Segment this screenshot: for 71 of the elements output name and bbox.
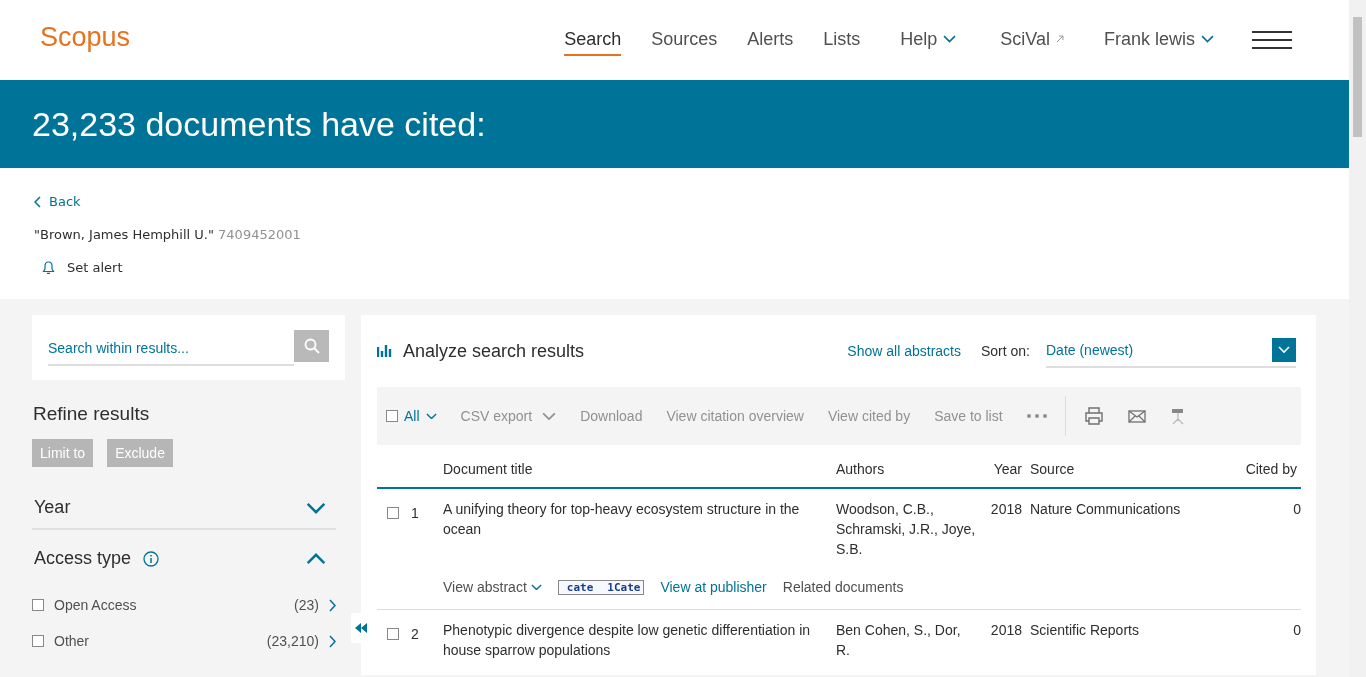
- search-button[interactable]: [294, 330, 329, 362]
- author-query: "Brown, James Hemphill U." 7409452001: [34, 227, 302, 242]
- row-number: 1: [411, 504, 419, 523]
- authors[interactable]: Woodson, C.B., Schramski, J.R., Joye, S.B.: [836, 499, 976, 559]
- column-header[interactable]: Cited by: [1225, 445, 1301, 488]
- source-title[interactable]: Scientific Reports: [1030, 622, 1139, 638]
- chevron-right-icon[interactable]: [329, 598, 336, 612]
- back-link[interactable]: Back: [34, 194, 1315, 209]
- show-abstracts-link[interactable]: Show all abstracts: [847, 343, 961, 359]
- year: 2018: [990, 501, 1022, 517]
- checkbox[interactable]: [32, 635, 44, 647]
- search-icon: [303, 338, 320, 354]
- cited-by-count: 0: [1293, 501, 1301, 517]
- nav-link[interactable]: Sources: [651, 24, 718, 56]
- authors[interactable]: Ben Cohen, S., Dor, R.: [836, 620, 976, 660]
- print-icon[interactable]: [1083, 407, 1104, 425]
- menu-icon[interactable]: [1252, 31, 1292, 49]
- nav-link[interactable]: Lists: [823, 24, 861, 56]
- email-icon[interactable]: [1127, 409, 1146, 423]
- nav-link[interactable]: SciVal: [1000, 24, 1064, 56]
- more-icon[interactable]: [1026, 414, 1047, 418]
- chevron-down-icon: [425, 412, 437, 420]
- document-title[interactable]: A unifying theory for top-heavy ecosystem structure in the ocean: [443, 499, 828, 539]
- info-icon[interactable]: [143, 550, 160, 567]
- link-badge[interactable]: cate 1Cate: [557, 579, 645, 595]
- analyze-link[interactable]: Analyze search results: [377, 340, 585, 362]
- column-header[interactable]: Document title: [439, 445, 832, 488]
- source-title[interactable]: Nature Communications: [1030, 501, 1181, 517]
- chevron-down-icon: [1278, 346, 1290, 354]
- option-label: Open Access: [54, 597, 137, 613]
- scrollbar-thumb[interactable]: [1353, 17, 1362, 137]
- column-header[interactable]: Authors: [832, 445, 980, 488]
- external-link-icon: [1055, 35, 1064, 43]
- chevron-down-icon: [306, 501, 326, 514]
- publisher-link[interactable]: View at publisher: [660, 577, 767, 597]
- select-all-control[interactable]: All: [386, 408, 437, 424]
- year: 2018: [990, 622, 1022, 638]
- facet-header[interactable]: Year: [32, 491, 336, 530]
- bell-icon: [42, 260, 55, 275]
- set-alert-button[interactable]: Set alert: [34, 260, 1315, 275]
- column-header[interactable]: Year: [980, 445, 1026, 488]
- search-field[interactable]: Search within results...: [48, 332, 294, 366]
- row-number: 2: [411, 625, 419, 644]
- option-label: Other: [54, 633, 89, 649]
- chevron-up-icon: [306, 552, 326, 565]
- related-documents-link[interactable]: Related documents: [782, 577, 904, 597]
- checkbox[interactable]: [387, 628, 399, 640]
- chevron-down-icon: [530, 583, 542, 591]
- option-count: (23,210): [266, 633, 319, 649]
- sort-dropdown[interactable]: Date (newest): [1046, 334, 1296, 368]
- nav-link[interactable]: Help: [900, 24, 957, 56]
- chevron-right-icon[interactable]: [329, 634, 336, 648]
- search-box[interactable]: Search within results...: [32, 315, 345, 380]
- chevron-down-icon: [542, 411, 557, 421]
- chevron-down-icon: [1201, 35, 1214, 43]
- facet-header[interactable]: Access type: [32, 542, 336, 579]
- cited-by-count: 0: [1293, 622, 1301, 638]
- nav-link[interactable]: Alerts: [747, 24, 794, 56]
- checkbox[interactable]: [387, 507, 399, 519]
- column-header[interactable]: Source: [1026, 445, 1226, 488]
- page-title: 23,233 documents have cited:: [32, 104, 486, 144]
- chevron-left-icon: [34, 195, 41, 208]
- checkbox[interactable]: [32, 599, 44, 611]
- section-title: Refine results: [33, 403, 151, 425]
- nav-link[interactable]: Search: [564, 24, 622, 56]
- nav-link[interactable]: Frank lewis: [1103, 24, 1214, 56]
- sort-label: Sort on:: [980, 343, 1030, 359]
- document-title[interactable]: Phenotypic divergence despite low genetic differentiation in house sparrow populations: [443, 620, 828, 660]
- chevron-down-icon: [943, 35, 957, 43]
- view-abstract-link[interactable]: View abstract: [443, 577, 542, 597]
- option-count: (23): [294, 597, 319, 613]
